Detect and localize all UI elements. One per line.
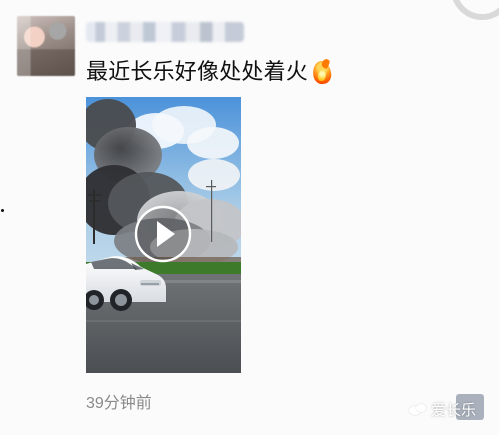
chat-bubble-right bbox=[416, 404, 426, 412]
corner-avatar-fragment bbox=[451, 0, 499, 20]
watermark: 爱长乐 bbox=[409, 397, 490, 425]
moments-post-screen: 最近长乐好像处处着火 39分钟前 爱长乐 bbox=[0, 0, 499, 435]
play-icon bbox=[134, 205, 192, 263]
username-blurred[interactable] bbox=[86, 22, 244, 42]
video-thumbnail[interactable] bbox=[86, 97, 241, 373]
fire-icon bbox=[310, 57, 334, 87]
left-dot bbox=[1, 209, 4, 212]
road-shadow bbox=[86, 320, 241, 322]
avatar-image bbox=[17, 16, 75, 76]
chat-bubbles-icon bbox=[409, 404, 427, 418]
post-text: 最近长乐好像处处着火 bbox=[86, 59, 309, 84]
post-timestamp: 39分钟前 bbox=[86, 395, 152, 412]
video-scene bbox=[86, 97, 241, 373]
watermark-text: 爱长乐 bbox=[431, 402, 477, 419]
avatar[interactable] bbox=[17, 16, 75, 76]
post-text-row: 最近长乐好像处处着火 bbox=[86, 56, 334, 88]
